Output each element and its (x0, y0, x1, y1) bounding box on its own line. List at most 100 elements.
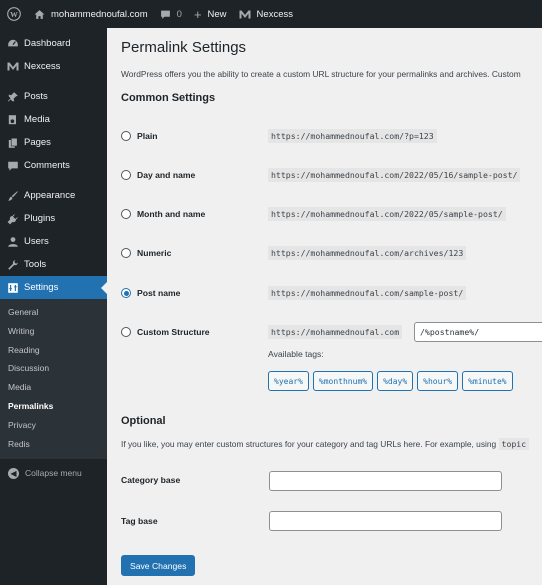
home-icon (34, 9, 45, 20)
sidebar-item-dashboard[interactable]: Dashboard (0, 32, 107, 55)
tag-base-label: Tag base (121, 516, 158, 526)
collapse-arrow-icon: ◀ (8, 467, 19, 479)
wordpress-logo-icon[interactable]: W (0, 0, 28, 28)
new-content-link[interactable]: + New (188, 0, 233, 28)
tag-button-year[interactable]: %year% (268, 371, 309, 391)
comments-count: 0 (176, 8, 182, 20)
radio-plain[interactable] (121, 131, 131, 141)
option-label: Post name (137, 288, 181, 298)
option-label: Numeric (137, 248, 172, 258)
admin-sidebar: Dashboard Nexcess Posts Media Pages Comm… (0, 28, 107, 585)
sidebar-item-label: Appearance (24, 190, 76, 201)
submenu-item-general[interactable]: General (0, 303, 107, 322)
permalink-option-month-and-name[interactable]: Month and name https://mohammednoufal.co… (121, 205, 542, 223)
submenu-item-reading[interactable]: Reading (0, 341, 107, 360)
submenu-item-privacy[interactable]: Privacy (0, 416, 107, 435)
sidebar-item-plugins[interactable]: Plugins (0, 207, 107, 230)
option-example: https://mohammednoufal.com/sample-post/ (268, 286, 467, 300)
permalink-option-numeric[interactable]: Numeric https://mohammednoufal.com/archi… (121, 244, 542, 262)
pin-icon (6, 90, 20, 104)
dashboard-icon (6, 37, 20, 51)
nexcess-label: Nexcess (256, 8, 293, 20)
sidebar-item-users[interactable]: Users (0, 230, 107, 253)
user-icon (6, 235, 20, 249)
plus-icon: + (193, 6, 202, 22)
nexcess-icon (239, 9, 251, 20)
sidebar-item-label: Pages (24, 137, 51, 148)
sidebar-item-label: Comments (24, 160, 70, 171)
permalink-option-day-and-name[interactable]: Day and name https://mohammednoufal.com/… (121, 166, 542, 184)
radio-numeric[interactable] (121, 248, 131, 258)
media-icon (6, 113, 20, 127)
permalink-option-post-name[interactable]: Post name https://mohammednoufal.com/sam… (121, 284, 542, 302)
nexcess-link[interactable]: Nexcess (233, 0, 299, 28)
sidebar-item-label: Users (24, 236, 49, 247)
collapse-label: Collapse menu (25, 468, 82, 479)
sidebar-item-settings[interactable]: Settings (0, 276, 107, 299)
submenu-item-discussion[interactable]: Discussion (0, 359, 107, 378)
sidebar-item-label: Nexcess (24, 61, 61, 72)
settings-icon (6, 281, 20, 295)
new-label: New (207, 8, 227, 20)
pages-icon (6, 136, 20, 150)
plug-icon (6, 212, 20, 226)
submenu-item-writing[interactable]: Writing (0, 322, 107, 341)
sidebar-item-label: Posts (24, 91, 48, 102)
sidebar-item-label: Settings (24, 282, 59, 293)
option-label: Custom Structure (137, 327, 210, 337)
optional-heading: Optional (121, 415, 166, 427)
sidebar-item-posts[interactable]: Posts (0, 85, 107, 108)
sidebar-item-label: Tools (24, 259, 47, 270)
sidebar-item-media[interactable]: Media (0, 108, 107, 131)
category-base-input[interactable] (269, 471, 502, 491)
sidebar-item-comments[interactable]: Comments (0, 154, 107, 177)
tag-button-hour[interactable]: %hour% (417, 371, 459, 391)
sidebar-item-pages[interactable]: Pages (0, 131, 107, 154)
comments-link[interactable]: 0 (154, 0, 188, 28)
wrench-icon (6, 258, 20, 272)
sidebar-item-label: Plugins (24, 213, 56, 224)
comment-icon (6, 159, 20, 173)
tag-button-minute[interactable]: %minute% (462, 371, 513, 391)
common-settings-heading: Common Settings (121, 92, 216, 104)
site-name-link[interactable]: mohammednoufal.com (28, 0, 154, 28)
permalink-option-plain[interactable]: Plain https://mohammednoufal.com/?p=123 (121, 127, 542, 145)
admin-bar: W mohammednoufal.com 0 + New Nexcess (0, 0, 542, 28)
radio-custom-structure[interactable] (121, 327, 131, 337)
brush-icon (6, 189, 20, 203)
optional-description-code: topic (498, 438, 530, 450)
intro-text: WordPress offers you the ability to crea… (121, 69, 521, 79)
optional-description: If you like, you may enter custom struct… (121, 438, 530, 450)
sidebar-item-tools[interactable]: Tools (0, 253, 107, 276)
option-example: https://mohammednoufal.com/archives/123 (268, 246, 467, 260)
sidebar-item-appearance[interactable]: Appearance (0, 184, 107, 207)
tag-button-day[interactable]: %day% (377, 371, 414, 391)
option-example: https://mohammednoufal.com/2022/05/16/sa… (268, 168, 521, 182)
option-example: https://mohammednoufal.com/?p=123 (268, 129, 437, 143)
submenu-item-media[interactable]: Media (0, 378, 107, 397)
tag-base-input[interactable] (269, 511, 502, 531)
custom-structure-input[interactable]: /%postname%/ (414, 322, 542, 342)
radio-post-name[interactable] (121, 288, 131, 298)
available-tags: %year% %monthnum% %day% %hour% %minute% (268, 371, 517, 391)
option-label: Month and name (137, 209, 206, 219)
radio-day-and-name[interactable] (121, 170, 131, 180)
option-example: https://mohammednoufal.com/2022/05/sampl… (268, 207, 506, 221)
tag-button-monthnum[interactable]: %monthnum% (312, 371, 374, 391)
option-example: https://mohammednoufal.com (268, 325, 403, 339)
radio-month-and-name[interactable] (121, 209, 131, 219)
category-base-label: Category base (121, 475, 181, 485)
option-label: Plain (137, 131, 158, 141)
submenu-item-permalinks[interactable]: Permalinks (0, 397, 107, 416)
sidebar-item-nexcess[interactable]: Nexcess (0, 55, 107, 78)
comment-icon (160, 9, 171, 20)
sidebar-item-label: Dashboard (24, 38, 71, 49)
collapse-menu-button[interactable]: ◀ Collapse menu (0, 463, 107, 483)
svg-text:W: W (10, 10, 18, 19)
option-label: Day and name (137, 170, 196, 180)
page-title: Permalink Settings (121, 39, 247, 56)
submenu-item-redis[interactable]: Redis (0, 435, 107, 454)
sidebar-item-label: Media (24, 114, 50, 125)
site-name: mohammednoufal.com (51, 8, 148, 20)
save-changes-button[interactable]: Save Changes (121, 555, 196, 576)
